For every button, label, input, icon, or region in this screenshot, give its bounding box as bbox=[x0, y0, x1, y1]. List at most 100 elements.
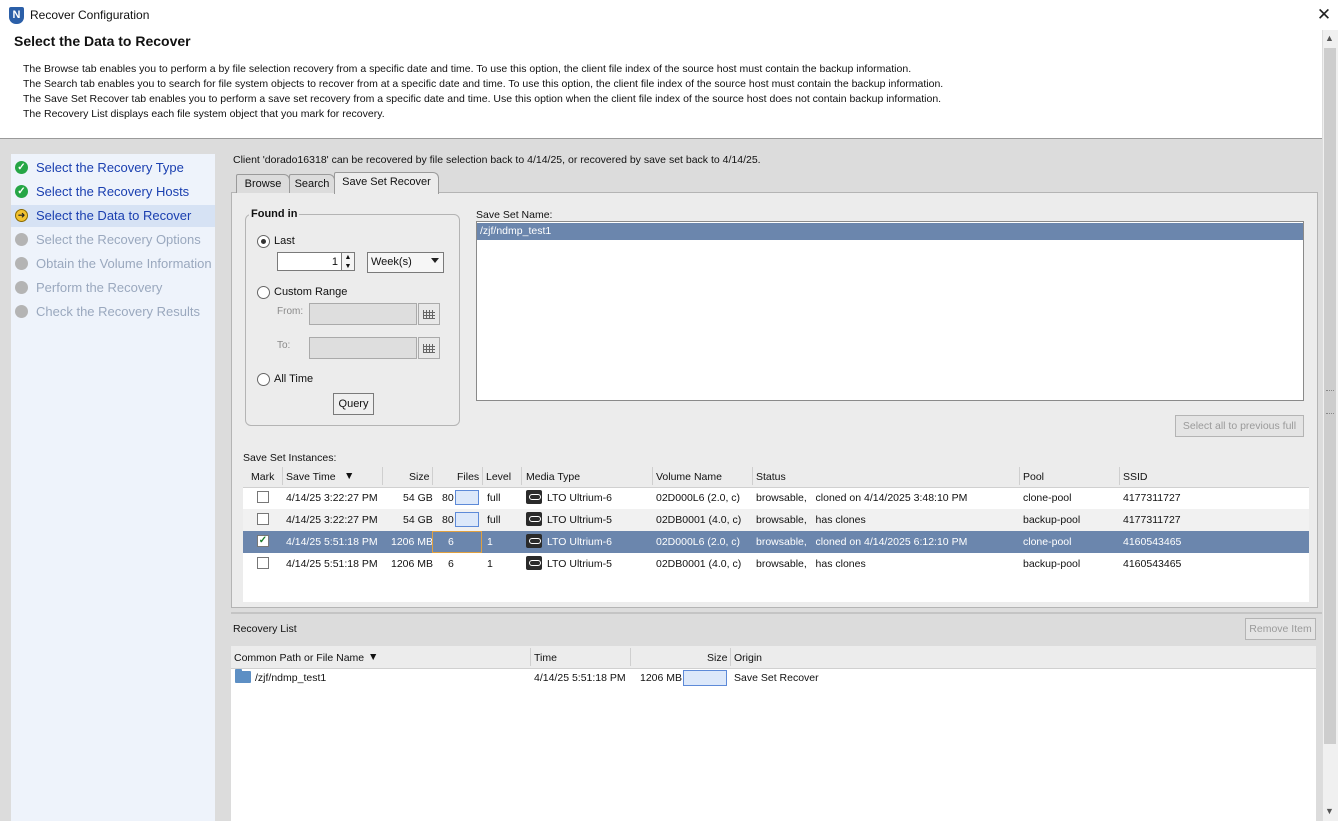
all-time-label: All Time bbox=[274, 373, 314, 385]
wizard-step-label: Select the Recovery Options bbox=[36, 232, 201, 247]
pending-circle-icon bbox=[15, 233, 28, 246]
check-circle-icon: ✓ bbox=[15, 185, 28, 198]
sort-down-icon: ▼ bbox=[368, 651, 379, 663]
recovery-time-cell: 4/14/25 5:51:18 PM bbox=[534, 672, 626, 684]
column-separator bbox=[1019, 467, 1020, 485]
title-bar bbox=[0, 0, 1338, 30]
column-save-time[interactable]: Save Time bbox=[286, 471, 336, 483]
column-size[interactable]: Size bbox=[707, 652, 727, 664]
volume-name-cell: 02DB0001 (4.0, c) bbox=[656, 514, 742, 526]
page-title: Select the Data to Recover bbox=[14, 33, 191, 49]
media-type-cell: LTO Ultrium-6 bbox=[547, 536, 612, 548]
select-all-previous-full-button[interactable]: Select all to previous full bbox=[1175, 415, 1304, 437]
save-set-name-item[interactable]: /zjf/ndmp_test1 bbox=[477, 223, 1303, 240]
last-count-input[interactable]: 1 bbox=[277, 252, 343, 271]
description-recovery-list: The Recovery List displays each file sys… bbox=[23, 108, 385, 120]
wizard-step-label: Select the Recovery Type bbox=[36, 160, 184, 175]
save-time-cell: 4/14/25 3:22:27 PM bbox=[286, 492, 378, 504]
last-radio[interactable] bbox=[257, 235, 270, 248]
custom-range-label: Custom Range bbox=[274, 286, 348, 298]
wizard-step-recovery-hosts[interactable]: ✓ Select the Recovery Hosts bbox=[14, 181, 214, 203]
to-date-field bbox=[309, 337, 417, 359]
sort-down-icon: ▼ bbox=[344, 470, 355, 482]
level-cell: 1 bbox=[487, 558, 493, 570]
recovery-size-cell: 1206 MB bbox=[640, 672, 683, 684]
column-separator bbox=[282, 467, 283, 485]
files-indicator bbox=[455, 512, 479, 527]
table-row[interactable]: 4/14/25 3:22:27 PM 54 GB 80 full LTO Ult… bbox=[243, 487, 1309, 509]
column-mark[interactable]: Mark bbox=[251, 471, 274, 483]
table-row[interactable]: 4/14/25 3:22:27 PM 54 GB 80 full LTO Ult… bbox=[243, 509, 1309, 531]
from-date-field bbox=[309, 303, 417, 325]
size-cell: 1206 MB bbox=[391, 536, 434, 548]
level-cell: 1 bbox=[487, 536, 493, 548]
calendar-icon bbox=[423, 310, 435, 319]
status-cell: browsable, has clones bbox=[756, 558, 866, 570]
tape-icon bbox=[526, 534, 542, 548]
column-files[interactable]: Files bbox=[457, 471, 479, 483]
tape-icon bbox=[526, 556, 542, 570]
pool-cell: backup-pool bbox=[1023, 558, 1081, 570]
pool-cell: backup-pool bbox=[1023, 514, 1081, 526]
tab-browse[interactable]: Browse bbox=[236, 174, 290, 193]
column-separator bbox=[521, 467, 522, 485]
files-cell-focus[interactable] bbox=[432, 531, 482, 553]
last-label: Last bbox=[274, 235, 295, 247]
column-pool[interactable]: Pool bbox=[1023, 471, 1044, 483]
tape-icon bbox=[526, 490, 542, 504]
mark-checkbox[interactable] bbox=[257, 491, 269, 503]
column-volume-name[interactable]: Volume Name bbox=[656, 471, 722, 483]
splitter[interactable] bbox=[231, 612, 1322, 614]
scroll-up-icon[interactable]: ▲ bbox=[1325, 33, 1334, 43]
radio-dot bbox=[261, 239, 266, 244]
save-set-name-list[interactable] bbox=[476, 221, 1304, 401]
description-save-set: The Save Set Recover tab enables you to … bbox=[23, 93, 942, 105]
pool-cell: clone-pool bbox=[1023, 536, 1072, 548]
column-level[interactable]: Level bbox=[486, 471, 511, 483]
to-calendar-button bbox=[418, 337, 440, 359]
remove-item-button[interactable]: Remove Item bbox=[1245, 618, 1316, 640]
mark-checkbox[interactable] bbox=[257, 513, 269, 525]
pool-cell: clone-pool bbox=[1023, 492, 1072, 504]
wizard-step-volume-information: Obtain the Volume Information bbox=[14, 253, 214, 275]
query-button[interactable]: Query bbox=[333, 393, 374, 415]
wizard-step-label: Obtain the Volume Information bbox=[36, 256, 212, 271]
save-time-cell: 4/14/25 5:51:18 PM bbox=[286, 558, 378, 570]
tab-search[interactable]: Search bbox=[289, 174, 335, 193]
recovery-path-cell[interactable]: /zjf/ndmp_test1 bbox=[255, 672, 326, 684]
column-separator bbox=[432, 467, 433, 485]
pending-circle-icon bbox=[15, 257, 28, 270]
wizard-step-data-to-recover[interactable]: ➜ Select the Data to Recover bbox=[14, 205, 214, 227]
volume-name-cell: 02D000L6 (2.0, c) bbox=[656, 492, 741, 504]
check-circle-icon: ✓ bbox=[15, 161, 28, 174]
count-spinner[interactable]: ▲ ▼ bbox=[341, 252, 355, 271]
table-row[interactable]: 4/14/25 5:51:18 PM 1206 MB 6 1 LTO Ultri… bbox=[243, 553, 1309, 575]
column-status[interactable]: Status bbox=[756, 471, 786, 483]
wizard-step-recovery-type[interactable]: ✓ Select the Recovery Type bbox=[14, 157, 214, 179]
window-title: Recover Configuration bbox=[30, 8, 150, 22]
save-set-instances-label: Save Set Instances: bbox=[243, 452, 337, 464]
column-size[interactable]: Size bbox=[409, 471, 429, 483]
media-type-cell: LTO Ultrium-5 bbox=[547, 558, 612, 570]
mark-checkbox[interactable] bbox=[257, 557, 269, 569]
table-row-selected[interactable]: ✓ 4/14/25 5:51:18 PM 1206 MB 6 1 LTO Ult… bbox=[243, 531, 1309, 553]
custom-range-radio[interactable] bbox=[257, 286, 270, 299]
tab-save-set-recover[interactable]: Save Set Recover bbox=[334, 172, 439, 194]
size-cell: 54 GB bbox=[403, 514, 433, 526]
scroll-down-icon[interactable]: ▼ bbox=[1325, 806, 1334, 816]
all-time-radio[interactable] bbox=[257, 373, 270, 386]
save-time-cell: 4/14/25 5:51:18 PM bbox=[286, 536, 378, 548]
column-origin[interactable]: Origin bbox=[734, 652, 762, 664]
column-path[interactable]: Common Path or File Name bbox=[234, 652, 364, 664]
volume-name-cell: 02D000L6 (2.0, c) bbox=[656, 536, 741, 548]
client-message: Client 'dorado16318' can be recovered by… bbox=[233, 154, 761, 166]
from-calendar-button bbox=[418, 303, 440, 325]
description-browse: The Browse tab enables you to perform a … bbox=[23, 63, 912, 75]
ssid-cell: 4160543465 bbox=[1123, 558, 1182, 570]
column-ssid[interactable]: SSID bbox=[1123, 471, 1148, 483]
column-separator bbox=[482, 467, 483, 485]
mark-checkbox-checked[interactable]: ✓ bbox=[257, 535, 269, 547]
column-time[interactable]: Time bbox=[534, 652, 557, 664]
column-media-type[interactable]: Media Type bbox=[526, 471, 580, 483]
close-button[interactable]: ✕ bbox=[1314, 5, 1334, 25]
